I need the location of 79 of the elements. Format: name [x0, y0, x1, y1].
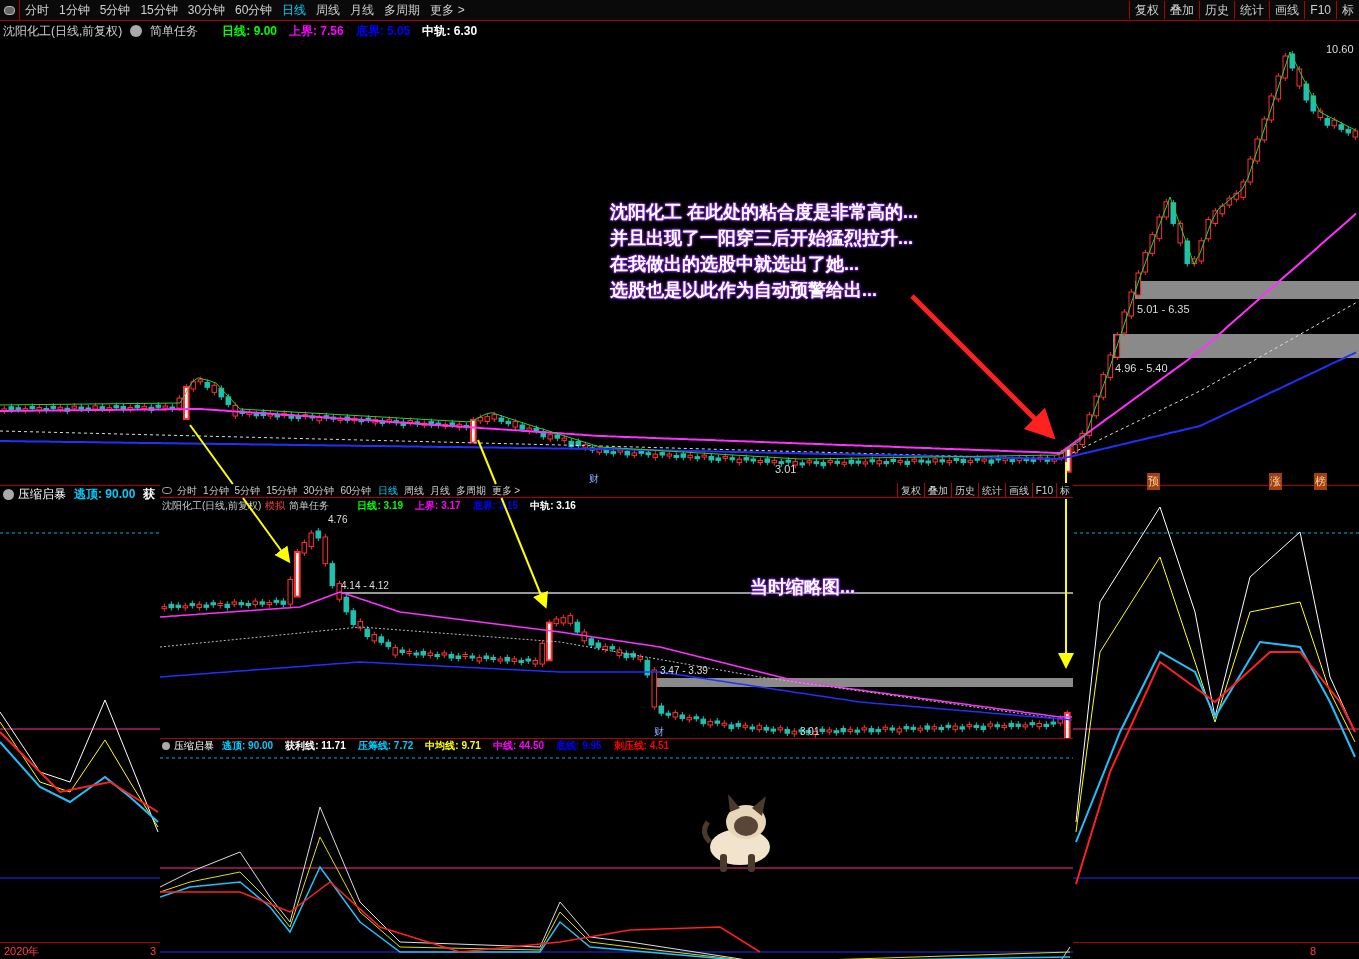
toolbar-button[interactable]: 标	[1056, 483, 1073, 498]
indicator-reading: 中轨: 6.30	[422, 23, 478, 40]
period-tab[interactable]: 30分钟	[300, 483, 338, 498]
toolbar-button[interactable]: F10	[1031, 483, 1056, 498]
indicator-reading: 中线: 44.50	[492, 739, 545, 753]
period-tab[interactable]: 日线	[277, 1, 312, 19]
period-tab[interactable]: 日线	[374, 483, 401, 498]
annotation-text: 沈阳化工 在此处的粘合度是非常高的...	[610, 201, 918, 224]
period-tab[interactable]: 多周期	[452, 483, 489, 498]
indicator-reading: 逃顶: 90.00	[74, 486, 136, 503]
indicator-reading: 获利线: 11.71	[285, 739, 346, 753]
dropdown-icon	[162, 741, 170, 750]
caption-text: 当时缩略图...	[750, 576, 855, 599]
task-label[interactable]: 简单任务	[150, 22, 199, 40]
toolbar-button[interactable]: 统计	[977, 483, 1005, 498]
indicator-reading: 中均线: 9.71	[425, 739, 481, 753]
toolbar-button[interactable]: 画线	[1004, 483, 1032, 498]
zone-label: 4.96 - 5.40	[1115, 361, 1168, 376]
period-tab[interactable]: 60分钟	[337, 483, 375, 498]
indicator-reading: 上界: 7.56	[289, 23, 344, 40]
indicator-reading: 获	[143, 486, 156, 503]
indicator-reading: 日线: 3.19	[357, 498, 404, 513]
period-tab[interactable]: 多周期	[379, 1, 426, 19]
toolbar-button[interactable]: 历史	[1199, 1, 1235, 19]
time-label: 8	[1310, 944, 1317, 959]
period-tab[interactable]: 周线	[311, 1, 346, 19]
time-label: 3	[150, 944, 157, 959]
price-label: 3.01	[775, 462, 797, 477]
indicator-reading: 底界: 5.05	[355, 23, 411, 40]
zone-label: 5.01 - 6.35	[1137, 302, 1190, 317]
stock-title: 沈阳化工(日线,前复权)	[3, 23, 123, 40]
period-tab[interactable]: 15分钟	[135, 1, 183, 19]
toolbar-button[interactable]: 历史	[950, 483, 978, 498]
annotation-text: 在我做出的选股中就选出了她...	[610, 253, 860, 276]
period-tab[interactable]: 分时	[174, 483, 200, 498]
annotation-text: 并且出现了一阳穿三后开始猛烈拉升...	[610, 227, 914, 250]
period-tab[interactable]: 更多 >	[488, 483, 524, 498]
period-tab[interactable]: 5分钟	[94, 1, 136, 19]
indicator-reading: 上界: 3.17	[415, 498, 461, 513]
dropdown-icon[interactable]	[130, 25, 143, 37]
mode-label: 模拟	[265, 498, 286, 513]
task-label: 简单任务	[289, 498, 330, 513]
indicator-reading: 刺压线: 4.51	[613, 739, 670, 753]
annotation-text: 选股也是以此作为自动预警给出...	[610, 279, 878, 302]
indicator-reading: 底线: 9.95	[556, 739, 602, 753]
price-label: 4.76	[328, 513, 348, 527]
event-marker: 涨	[1269, 473, 1282, 490]
period-tab[interactable]: 更多 >	[425, 1, 470, 19]
indicator-name: 压缩启暴	[174, 739, 214, 753]
toolbar-button[interactable]: 复权	[896, 483, 924, 498]
toolbar-button[interactable]: 统计	[1234, 1, 1270, 19]
toolbar-button[interactable]: 叠加	[1164, 1, 1200, 19]
toolbar-button[interactable]: 画线	[1269, 1, 1305, 19]
finance-marker: 财	[654, 725, 664, 739]
period-tab[interactable]: 月线	[345, 1, 380, 19]
period-tab[interactable]: 1分钟	[54, 1, 95, 19]
period-tab[interactable]: 30分钟	[182, 1, 231, 19]
finance-marker: 财	[589, 472, 599, 486]
indicator-reading: 中轨: 3.16	[530, 498, 576, 513]
toolbar-button[interactable]: 复权	[1129, 1, 1165, 19]
toolbar-button[interactable]: 标	[1336, 1, 1359, 19]
time-label: 2020年	[4, 944, 40, 959]
period-tab[interactable]: 分时	[20, 1, 54, 19]
price-label: 10.60	[1326, 42, 1354, 57]
toolbar-button[interactable]: 叠加	[923, 483, 951, 498]
dropdown-icon[interactable]	[3, 488, 14, 500]
indicator-reading: 压筹线: 7.72	[357, 739, 414, 753]
period-tab[interactable]: 5分钟	[231, 483, 264, 498]
indicator-reading: 日线: 9.00	[222, 23, 277, 40]
indicator-name: 压缩启暴	[18, 486, 66, 503]
event-marker: 预	[1147, 473, 1160, 490]
period-tab[interactable]: 周线	[400, 483, 427, 498]
period-tab[interactable]: 60分钟	[230, 1, 278, 19]
period-tab[interactable]: 1分钟	[200, 483, 232, 498]
event-marker: 榜	[1314, 473, 1327, 490]
period-tab[interactable]: 月线	[426, 483, 453, 498]
indicator-reading: 逃顶: 90.00	[222, 739, 274, 753]
period-tab[interactable]: 15分钟	[263, 483, 301, 498]
toolbar-button[interactable]: F10	[1304, 1, 1336, 19]
